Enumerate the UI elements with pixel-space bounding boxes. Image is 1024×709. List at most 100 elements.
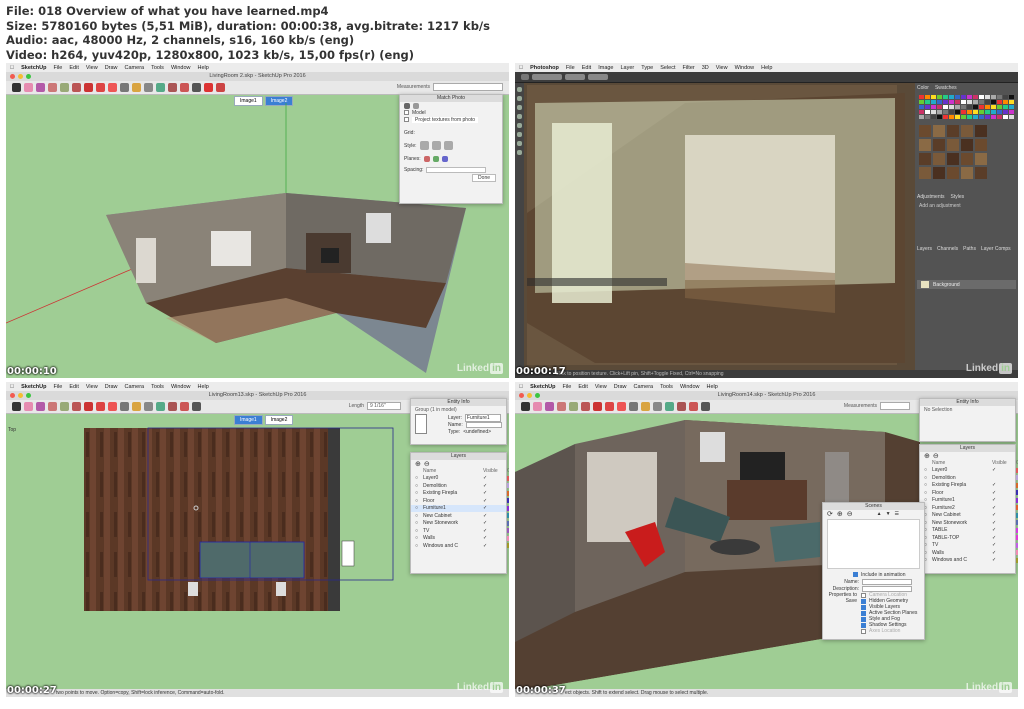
layer-row[interactable]: ○ Walls ✓ — [920, 549, 1018, 557]
layer-color-swatch[interactable] — [1016, 527, 1018, 533]
tab-color[interactable]: Color — [917, 85, 929, 91]
swatch[interactable] — [1003, 115, 1008, 119]
layer-color-swatch[interactable] — [1016, 505, 1018, 511]
swatch[interactable] — [925, 110, 930, 114]
swatch[interactable] — [955, 110, 960, 114]
swatch[interactable] — [985, 110, 990, 114]
texture-swatch[interactable] — [947, 125, 959, 137]
layer-color-swatch[interactable] — [1016, 520, 1018, 526]
swatch[interactable] — [961, 110, 966, 114]
layer-color-swatch[interactable] — [507, 505, 509, 511]
layer-color-swatch[interactable] — [507, 490, 509, 496]
swatch[interactable] — [1009, 105, 1014, 109]
swatch[interactable] — [979, 110, 984, 114]
swatch[interactable] — [997, 100, 1002, 104]
swatch[interactable] — [943, 95, 948, 99]
swatch[interactable] — [997, 95, 1002, 99]
layer-color-swatch[interactable] — [1016, 542, 1018, 548]
swatch[interactable] — [973, 105, 978, 109]
swatch[interactable] — [967, 105, 972, 109]
project-checkbox[interactable] — [404, 117, 409, 122]
property-checkbox[interactable] — [861, 610, 866, 616]
swatch[interactable] — [967, 110, 972, 114]
layer-color-swatch[interactable] — [1016, 512, 1018, 518]
layer-visible-checkbox[interactable]: ✓ — [992, 520, 1016, 526]
layer-color-swatch[interactable] — [507, 475, 509, 481]
tab-adjustments[interactable]: Adjustments — [917, 194, 945, 200]
layer-row[interactable]: ○ TABLE ✓ — [920, 527, 1018, 535]
layer-row[interactable]: ○ Furniture1 ✓ — [920, 497, 1018, 505]
layer-visible-checkbox[interactable]: ✓ — [483, 543, 507, 549]
tab-swatches[interactable]: Swatches — [935, 85, 957, 91]
layer-row[interactable]: ○ Windows and C ✓ — [411, 542, 509, 550]
layer-row[interactable]: ○ Furniture2 ✓ — [920, 504, 1018, 512]
texture-swatch[interactable] — [975, 125, 987, 137]
layer-color-swatch[interactable] — [1016, 467, 1018, 473]
swatch[interactable] — [931, 115, 936, 119]
swatch[interactable] — [985, 95, 990, 99]
layer-row[interactable]: ○ Demolition — [920, 474, 1018, 482]
swatch[interactable] — [949, 115, 954, 119]
swatch[interactable] — [973, 110, 978, 114]
property-checkbox[interactable] — [861, 616, 866, 622]
texture-swatch[interactable] — [947, 139, 959, 151]
texture-swatch[interactable] — [933, 139, 945, 151]
layer-row[interactable]: ○ Floor ✓ — [920, 489, 1018, 497]
layer-row[interactable]: ○ TABLE-TOP ✓ — [920, 534, 1018, 542]
swatch[interactable] — [937, 115, 942, 119]
name-input[interactable] — [465, 421, 502, 428]
swatch[interactable] — [985, 105, 990, 109]
property-checkbox[interactable] — [861, 604, 866, 610]
texture-swatch[interactable] — [975, 153, 987, 165]
layer-color-swatch[interactable] — [507, 543, 509, 549]
texture-swatch[interactable] — [961, 139, 973, 151]
property-checkbox[interactable] — [861, 592, 866, 598]
swatch[interactable] — [961, 115, 966, 119]
remove-scene-icon[interactable]: ⊖ — [847, 510, 853, 518]
swatch[interactable] — [1009, 95, 1014, 99]
swatch[interactable] — [919, 110, 924, 114]
layer-color-swatch[interactable] — [1016, 497, 1018, 503]
swatch[interactable] — [967, 115, 972, 119]
layer-visible-checkbox[interactable]: ✓ — [992, 557, 1016, 563]
swatch[interactable] — [1009, 100, 1014, 104]
active-layer-radio[interactable]: ○ — [924, 520, 932, 526]
tab-layer-comps[interactable]: Layer Comps — [981, 246, 1011, 252]
active-layer-radio[interactable]: ○ — [924, 482, 932, 488]
swatch[interactable] — [949, 105, 954, 109]
model-checkbox[interactable] — [404, 110, 409, 115]
swatch[interactable] — [943, 115, 948, 119]
swatch[interactable] — [1003, 105, 1008, 109]
active-layer-radio[interactable]: ○ — [924, 475, 932, 481]
layer-color-swatch[interactable] — [1016, 475, 1018, 481]
layer-color-swatch[interactable] — [1016, 490, 1018, 496]
view-options-icon[interactable]: ☰ — [895, 511, 899, 517]
layer-color-swatch[interactable] — [507, 520, 509, 526]
swatch[interactable] — [991, 110, 996, 114]
active-layer-radio[interactable]: ○ — [924, 505, 932, 511]
swatch[interactable] — [997, 115, 1002, 119]
style-inside-icon[interactable] — [419, 141, 429, 150]
swatch[interactable] — [925, 95, 930, 99]
swatch[interactable] — [991, 115, 996, 119]
texture-swatch[interactable] — [961, 125, 973, 137]
layer-color-swatch[interactable] — [1016, 482, 1018, 488]
layer-select[interactable]: Furniture1 — [464, 413, 501, 422]
swatch[interactable] — [979, 115, 984, 119]
swatch[interactable] — [943, 110, 948, 114]
plane-blue-icon[interactable] — [441, 155, 448, 162]
active-layer-radio[interactable]: ○ — [415, 498, 423, 504]
active-layer-radio[interactable]: ○ — [924, 557, 932, 563]
move-down-icon[interactable]: ▼ — [886, 511, 891, 517]
active-layer-radio[interactable]: ○ — [415, 490, 423, 496]
layer-row[interactable]: ○ Floor ✓ — [411, 497, 509, 505]
remove-layer-icon[interactable]: ⊖ — [424, 460, 430, 468]
layer-visible-checkbox[interactable]: ✓ — [483, 528, 507, 534]
active-layer-radio[interactable]: ○ — [924, 497, 932, 503]
swatch[interactable] — [973, 95, 978, 99]
include-animation-checkbox[interactable] — [853, 572, 858, 577]
swatch[interactable] — [943, 100, 948, 104]
active-layer-radio[interactable]: ○ — [924, 490, 932, 496]
plane-red-icon[interactable] — [423, 155, 430, 162]
done-button[interactable]: Done — [472, 174, 496, 182]
